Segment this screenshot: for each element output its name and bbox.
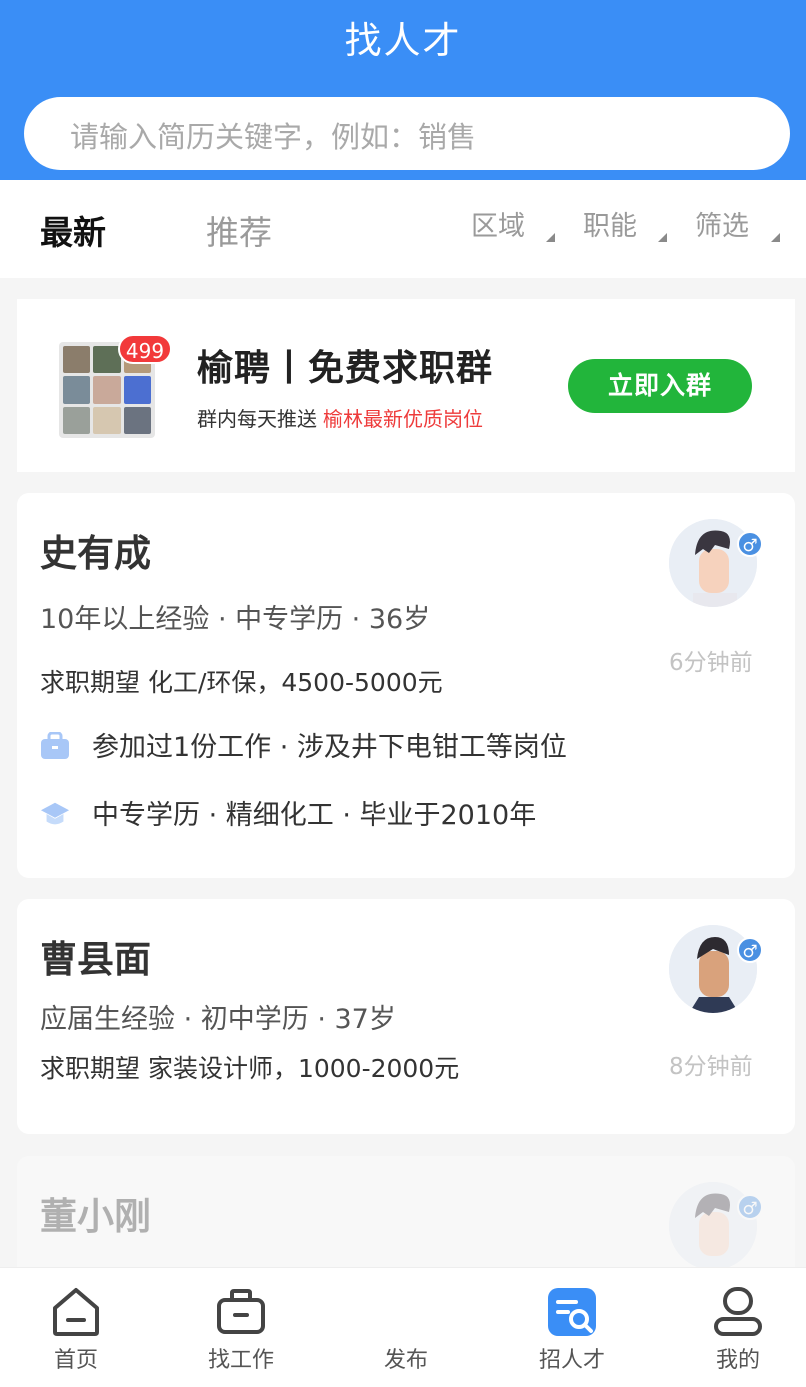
talent-search-icon <box>548 1288 596 1336</box>
nav-find-job[interactable]: 找工作 <box>181 1268 301 1387</box>
candidate-education-text: 中专学历 · 精细化工 · 毕业于2010年 <box>92 800 537 831</box>
nav-publish-label: 发布 <box>383 1348 428 1373</box>
bottom-nav: 首页 找工作 发布 招人才 我的 <box>0 1267 806 1387</box>
filter-function[interactable]: 职能 <box>583 204 637 243</box>
banner-highlight: 榆林最新优质岗位 <box>323 407 483 431</box>
job-group-banner[interactable]: 499 榆聘丨免费求职群 群内每天推送 榆林最新优质岗位 立即入群 <box>17 299 795 472</box>
nav-mine[interactable]: 我的 <box>678 1268 798 1387</box>
male-icon: ♂ <box>737 1194 763 1220</box>
dropdown-triangle-icon <box>546 233 555 242</box>
avatar: ♂ <box>669 519 763 607</box>
candidate-name: 董小刚 <box>40 1195 151 1238</box>
search-placeholder: 请输入简历关键字，例如：销售 <box>70 120 477 154</box>
home-icon <box>53 1288 99 1336</box>
tab-recommend[interactable]: 推荐 <box>206 206 272 254</box>
banner-subtitle-text: 群内每天推送 <box>197 407 317 431</box>
tab-latest[interactable]: 最新 <box>40 206 106 254</box>
candidate-card[interactable]: 曹县面 应届生经验 · 初中学历 · 37岁 求职期望 家装设计师，1000-2… <box>17 899 795 1134</box>
tab-bar: 最新 推荐 区域 职能 筛选 <box>0 180 806 278</box>
update-time: 6分钟前 <box>669 650 753 676</box>
search-input[interactable]: 请输入简历关键字，例如：销售 <box>24 97 790 170</box>
group-count-badge: 499 <box>118 334 172 364</box>
filter-region[interactable]: 区域 <box>471 204 525 243</box>
candidate-work-text: 参加过1份工作 · 涉及井下电钳工等岗位 <box>92 732 567 763</box>
candidate-meta: 应届生经验 · 初中学历 · 37岁 <box>40 1004 396 1035</box>
candidate-meta: 10年以上经验 · 中专学历 · 36岁 <box>40 604 431 635</box>
user-icon <box>714 1287 762 1336</box>
candidate-education: 中专学历 · 精细化工 · 毕业于2010年 <box>40 793 536 832</box>
candidate-work: 参加过1份工作 · 涉及井下电钳工等岗位 <box>40 725 567 764</box>
male-icon: ♂ <box>737 531 763 557</box>
nav-find-talent[interactable]: 招人才 <box>512 1268 632 1387</box>
nav-home[interactable]: 首页 <box>16 1268 136 1387</box>
banner-subtitle: 群内每天推送 榆林最新优质岗位 <box>197 403 483 432</box>
candidate-name: 曹县面 <box>40 938 151 981</box>
header: 找人才 请输入简历关键字，例如：销售 <box>0 0 806 180</box>
candidate-name: 史有成 <box>40 532 151 575</box>
avatar: ♂ <box>669 925 763 1013</box>
candidate-card[interactable]: 史有成 10年以上经验 · 中专学历 · 36岁 求职期望 化工/环保，4500… <box>17 493 795 878</box>
banner-title: 榆聘丨免费求职群 <box>197 348 494 389</box>
male-icon: ♂ <box>737 937 763 963</box>
graduation-cap-icon <box>40 802 70 825</box>
candidate-expectation: 求职期望 家装设计师，1000-2000元 <box>40 1054 460 1083</box>
nav-find-talent-label: 招人才 <box>538 1348 605 1373</box>
nav-publish[interactable]: 发布 <box>346 1268 466 1387</box>
nav-mine-label: 我的 <box>715 1348 760 1373</box>
filter-screen[interactable]: 筛选 <box>695 204 749 243</box>
avatar: ♂ <box>669 1182 763 1270</box>
page-title: 找人才 <box>344 19 462 62</box>
candidate-expectation: 求职期望 化工/环保，4500-5000元 <box>40 668 443 697</box>
join-group-button[interactable]: 立即入群 <box>568 359 752 413</box>
dropdown-triangle-icon <box>658 233 667 242</box>
nav-find-job-label: 找工作 <box>207 1348 274 1373</box>
update-time: 8分钟前 <box>669 1054 753 1080</box>
nav-home-label: 首页 <box>53 1348 98 1373</box>
bag-icon <box>41 732 69 759</box>
dropdown-triangle-icon <box>771 233 780 242</box>
briefcase-icon <box>217 1289 265 1334</box>
